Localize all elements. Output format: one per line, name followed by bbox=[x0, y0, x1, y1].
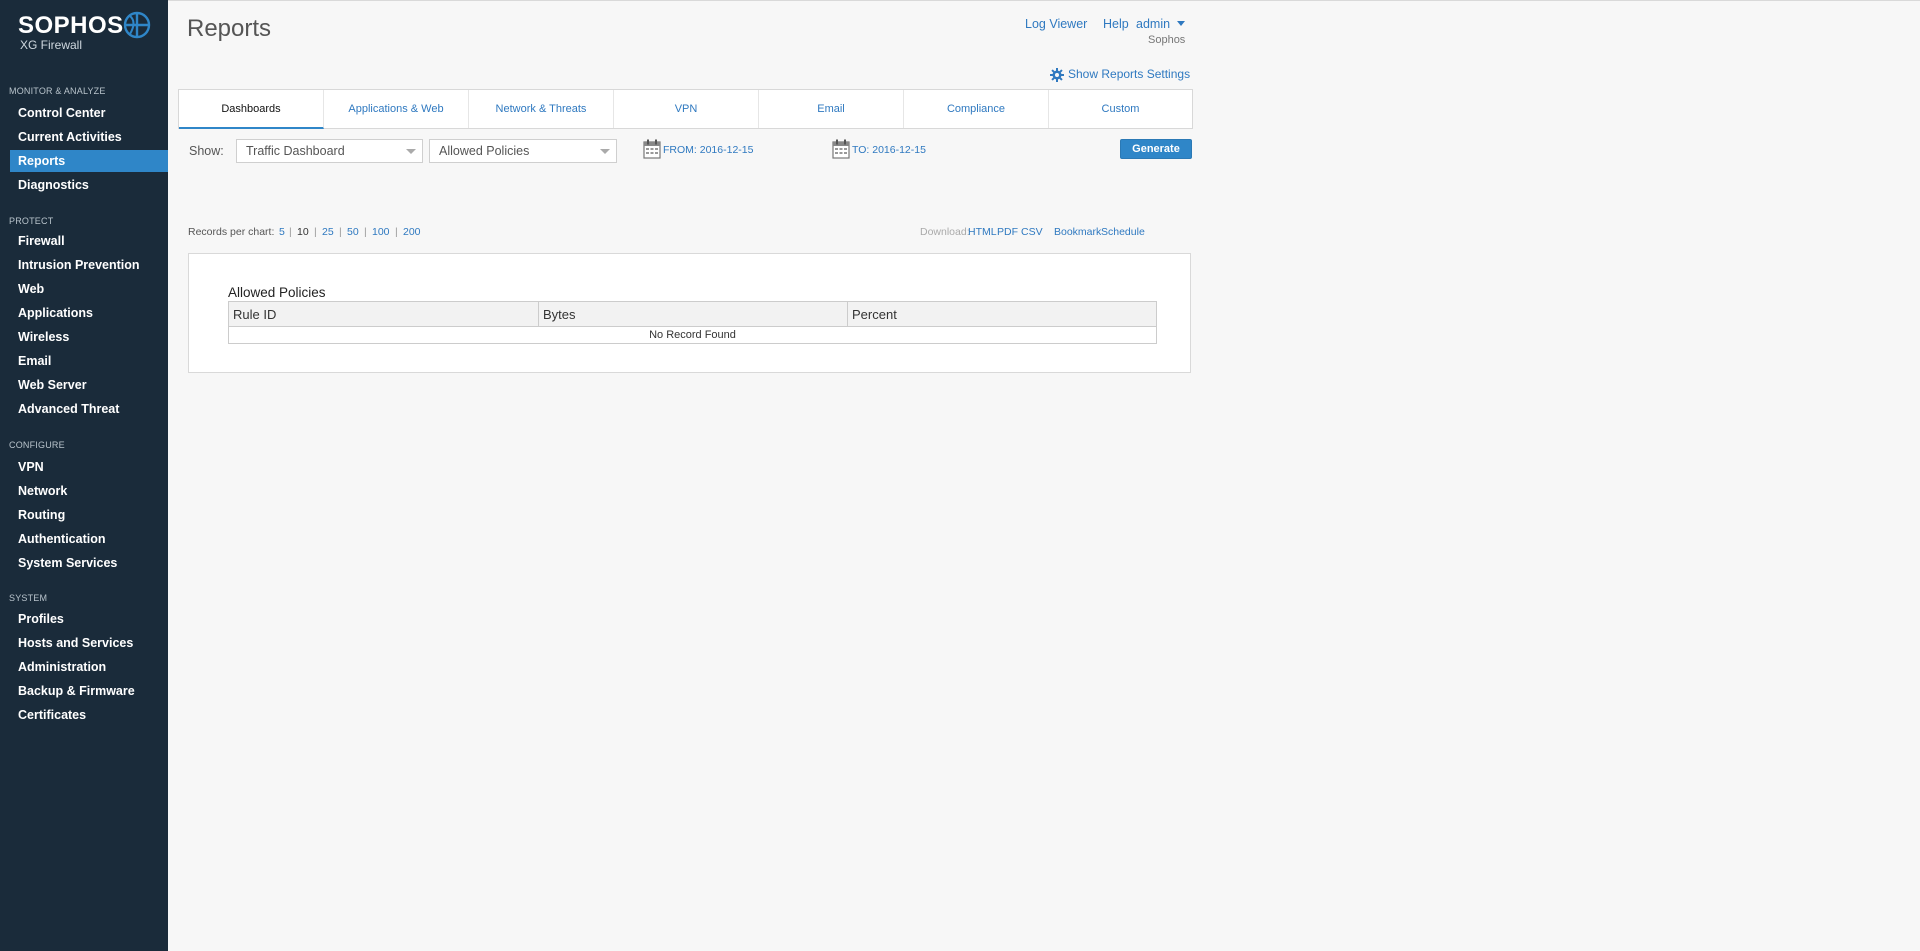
sidebar-item-firewall[interactable]: Firewall bbox=[10, 230, 168, 252]
sidebar-item-certificates[interactable]: Certificates bbox=[10, 704, 168, 726]
sidebar-item-hosts-and-services[interactable]: Hosts and Services bbox=[10, 632, 168, 654]
sidebar-item-control-center[interactable]: Control Center bbox=[10, 102, 168, 124]
page-title: Reports bbox=[187, 15, 272, 42]
dashboard-select-value: Traffic Dashboard bbox=[246, 144, 345, 158]
sidebar-item-backup-firmware[interactable]: Backup & Firmware bbox=[10, 680, 168, 702]
user-organization: Sophos bbox=[1148, 34, 1186, 46]
sidebar-item-routing[interactable]: Routing bbox=[10, 504, 168, 526]
bookmark-link[interactable]: Bookmark bbox=[1054, 226, 1101, 238]
sidebar-item-system-services[interactable]: System Services bbox=[10, 552, 168, 574]
sidebar-item-authentication[interactable]: Authentication bbox=[10, 528, 168, 550]
calendar-icon bbox=[643, 139, 661, 159]
report-select[interactable]: Allowed Policies bbox=[429, 139, 617, 163]
sidebar-item-web[interactable]: Web bbox=[10, 278, 168, 300]
sidebar-item-intrusion-prevention[interactable]: Intrusion Prevention bbox=[10, 254, 168, 276]
chevron-down-icon bbox=[600, 149, 610, 154]
show-label: Show: bbox=[189, 144, 224, 158]
separator: | bbox=[339, 226, 342, 238]
records-label: Records per chart: bbox=[188, 226, 275, 238]
brand-name: SOPHOS bbox=[18, 12, 124, 39]
brand-product: XG Firewall bbox=[20, 38, 83, 52]
calendar-icon bbox=[832, 139, 850, 159]
report-title: Allowed Policies bbox=[228, 285, 326, 300]
column-header-rule-id[interactable]: Rule ID bbox=[228, 301, 539, 327]
sidebar-item-email[interactable]: Email bbox=[10, 350, 168, 372]
nav-section-protect: PROTECT bbox=[9, 216, 54, 226]
tab-email[interactable]: Email bbox=[759, 90, 904, 128]
sidebar-item-applications[interactable]: Applications bbox=[10, 302, 168, 324]
records-option-25[interactable]: 25 bbox=[322, 226, 334, 238]
user-menu[interactable]: admin bbox=[1136, 17, 1185, 31]
user-name: admin bbox=[1136, 17, 1171, 31]
sidebar-item-network[interactable]: Network bbox=[10, 480, 168, 502]
table-header-row: Rule ID Bytes Percent bbox=[228, 301, 1157, 327]
sidebar-item-current-activities[interactable]: Current Activities bbox=[10, 126, 168, 148]
tab-vpn[interactable]: VPN bbox=[614, 90, 759, 128]
records-option-10[interactable]: 10 bbox=[297, 226, 309, 238]
download-pdf-link[interactable]: PDF bbox=[997, 226, 1018, 238]
sidebar-item-diagnostics[interactable]: Diagnostics bbox=[10, 174, 168, 196]
column-header-bytes[interactable]: Bytes bbox=[538, 301, 848, 327]
download-html-link[interactable]: HTML bbox=[968, 226, 997, 238]
sidebar-item-vpn[interactable]: VPN bbox=[10, 456, 168, 478]
download-csv-link[interactable]: CSV bbox=[1021, 226, 1043, 238]
separator: | bbox=[314, 226, 317, 238]
records-option-200[interactable]: 200 bbox=[403, 226, 421, 238]
report-panel: Allowed Policies Rule ID Bytes Percent N… bbox=[188, 253, 1191, 373]
generate-button[interactable]: Generate bbox=[1120, 139, 1192, 159]
to-date-label: TO: 2016-12-15 bbox=[852, 144, 926, 156]
tab-network-threats[interactable]: Network & Threats bbox=[469, 90, 614, 128]
tab-custom[interactable]: Custom bbox=[1049, 90, 1192, 128]
sidebar-item-web-server[interactable]: Web Server bbox=[10, 374, 168, 396]
log-viewer-link[interactable]: Log Viewer bbox=[1025, 17, 1087, 31]
from-date-label: FROM: 2016-12-15 bbox=[663, 144, 754, 156]
gear-icon bbox=[1050, 68, 1064, 82]
globe-icon bbox=[123, 11, 151, 39]
tab-applications-web[interactable]: Applications & Web bbox=[324, 90, 469, 128]
chevron-down-icon bbox=[1176, 21, 1185, 26]
separator: | bbox=[395, 226, 398, 238]
separator: | bbox=[364, 226, 367, 238]
sidebar-item-advanced-threat[interactable]: Advanced Threat bbox=[10, 398, 168, 420]
records-option-5[interactable]: 5 bbox=[279, 226, 285, 238]
tab-dashboards[interactable]: Dashboards bbox=[179, 90, 324, 129]
sidebar-item-reports[interactable]: Reports bbox=[10, 150, 168, 172]
sidebar-item-administration[interactable]: Administration bbox=[10, 656, 168, 678]
separator: | bbox=[289, 226, 292, 238]
report-tabs: Dashboards Applications & Web Network & … bbox=[178, 89, 1193, 129]
brand-logo[interactable]: SOPHOS XG Firewall bbox=[18, 10, 158, 54]
download-label: Download: bbox=[920, 226, 970, 238]
records-option-100[interactable]: 100 bbox=[372, 226, 390, 238]
schedule-link[interactable]: Schedule bbox=[1101, 226, 1145, 238]
tab-compliance[interactable]: Compliance bbox=[904, 90, 1049, 128]
report-select-value: Allowed Policies bbox=[439, 144, 530, 158]
help-link[interactable]: Help bbox=[1103, 17, 1129, 31]
nav-section-configure: CONFIGURE bbox=[9, 440, 65, 450]
sidebar: SOPHOS XG Firewall MONITOR & ANALYZE Con… bbox=[0, 0, 168, 951]
nav-section-system: SYSTEM bbox=[9, 593, 48, 603]
report-table: Rule ID Bytes Percent No Record Found bbox=[228, 301, 1157, 344]
records-option-50[interactable]: 50 bbox=[347, 226, 359, 238]
dashboard-select[interactable]: Traffic Dashboard bbox=[236, 139, 423, 163]
sidebar-item-wireless[interactable]: Wireless bbox=[10, 326, 168, 348]
column-header-percent[interactable]: Percent bbox=[847, 301, 1157, 327]
nav-section-monitor: MONITOR & ANALYZE bbox=[9, 86, 106, 96]
show-reports-settings-label: Show Reports Settings bbox=[1068, 67, 1191, 81]
empty-message: No Record Found bbox=[228, 326, 1157, 344]
main-content: Reports Log Viewer Help admin Sophos Sho… bbox=[168, 0, 1920, 951]
table-row: No Record Found bbox=[228, 326, 1157, 344]
chevron-down-icon bbox=[406, 149, 416, 154]
sidebar-item-profiles[interactable]: Profiles bbox=[10, 608, 168, 630]
